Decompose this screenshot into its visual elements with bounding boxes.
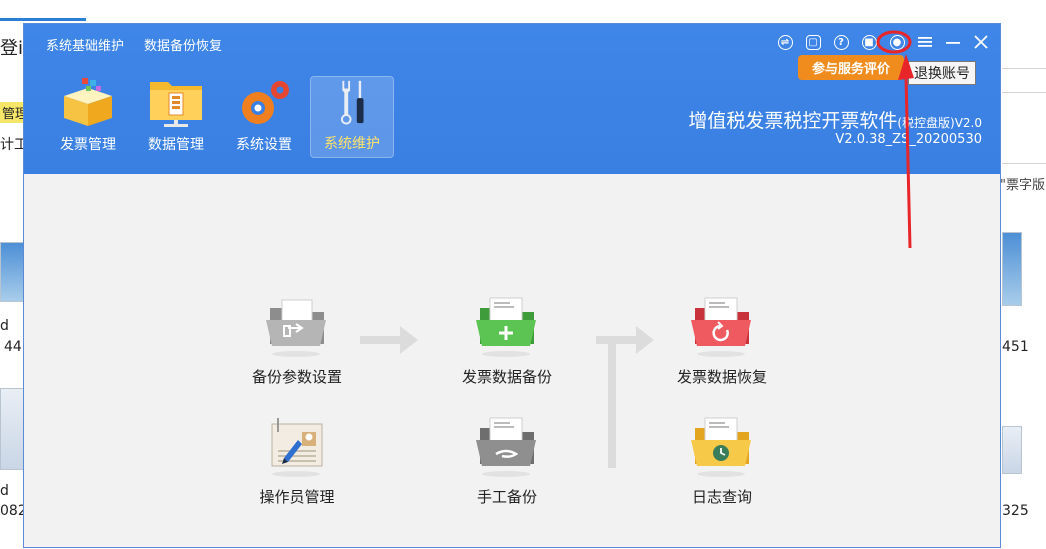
op-label: 发票数据备份 — [461, 368, 552, 386]
tools-icon — [340, 80, 364, 125]
backup-settings-button[interactable]: 备份参数设置 — [237, 294, 357, 387]
nav-system-maintenance[interactable]: 系统维护 — [310, 76, 394, 158]
invoice-backup-button[interactable]: 发票数据备份 — [447, 294, 567, 387]
background-divider — [1002, 163, 1046, 164]
op-label: 操作员管理 — [259, 488, 335, 506]
invoice-box-icon — [64, 78, 112, 126]
minimize-icon[interactable] — [944, 33, 962, 51]
help-icon[interactable]: ? — [832, 33, 850, 51]
red-annotation-arrow — [876, 30, 914, 249]
switch-icon[interactable]: ⇌ — [776, 33, 794, 51]
background-divider — [1002, 68, 1046, 69]
background-divider — [1002, 92, 1046, 93]
background-text: 451 — [1002, 339, 1029, 355]
close-icon[interactable] — [972, 33, 990, 51]
nav-system-settings[interactable]: 系统设置 — [222, 76, 306, 158]
invoice-restore-icon — [691, 297, 751, 357]
app-window: 系统基础维护 数据备份恢复 ⇌ ▢ ? ■ ● 发票管理 数据管理 系统设置 系… — [23, 23, 1001, 548]
nav-label: 系统设置 — [236, 137, 292, 153]
op-label: 手工备份 — [476, 488, 537, 506]
gears-icon — [242, 81, 289, 124]
invoice-restore-button[interactable]: 发票数据恢复 — [662, 294, 782, 387]
manual-backup-icon — [476, 417, 536, 477]
flow-connector — [578, 326, 654, 468]
nav-data-management[interactable]: 数据管理 — [134, 76, 218, 158]
op-label: 发票数据恢复 — [676, 368, 767, 386]
background-thumbnail — [1002, 232, 1022, 306]
background-thumbnail — [0, 242, 24, 302]
manual-backup-button[interactable]: 手工备份 — [447, 414, 567, 507]
operator-management-icon — [271, 418, 323, 477]
background-text: 44 — [4, 339, 22, 355]
background-text: 登i — [0, 38, 24, 59]
nav-label: 数据管理 — [148, 137, 204, 153]
app-title: 增值税发票税控开票软件(税控盘版)V2.0 — [688, 106, 982, 133]
background-text: d — [0, 483, 9, 499]
background-text: d — [0, 318, 9, 334]
nav-label: 发票管理 — [60, 137, 116, 153]
background-thumbnail — [0, 388, 24, 470]
menu-data-backup-restore[interactable]: 数据备份恢复 — [144, 35, 222, 54]
op-label: 日志查询 — [691, 488, 752, 506]
invoice-backup-icon — [476, 297, 536, 357]
background-thumbnail — [1002, 426, 1022, 474]
background-tab-indicator — [0, 18, 86, 21]
top-menu: 系统基础维护 数据备份恢复 — [46, 35, 222, 54]
op-label: 备份参数设置 — [251, 368, 342, 386]
operator-management-button[interactable]: 操作员管理 — [237, 414, 357, 507]
feedback-icon[interactable]: ▢ — [804, 33, 822, 51]
nav-invoice-management[interactable]: 发票管理 — [46, 76, 130, 158]
app-header: 系统基础维护 数据备份恢复 ⇌ ▢ ? ■ ● 发票管理 数据管理 系统设置 系… — [24, 24, 1000, 174]
flow-arrow — [360, 326, 418, 354]
log-query-button[interactable]: 日志查询 — [662, 414, 782, 507]
data-folder-icon — [150, 82, 202, 127]
nav-label: 系统维护 — [324, 136, 380, 152]
background-text: "票字版 — [1000, 178, 1045, 193]
log-query-icon — [691, 417, 751, 477]
background-text: 325 — [1002, 503, 1029, 519]
maintenance-panel: 备份参数设置 发票数据备份 发票数据恢复 操作员管理 手工备份 日志查询 — [24, 174, 1000, 549]
main-nav: 发票管理 数据管理 系统设置 系统维护 — [46, 76, 394, 158]
menu-system-maintenance[interactable]: 系统基础维护 — [46, 35, 124, 54]
backup-settings-icon — [266, 299, 326, 357]
